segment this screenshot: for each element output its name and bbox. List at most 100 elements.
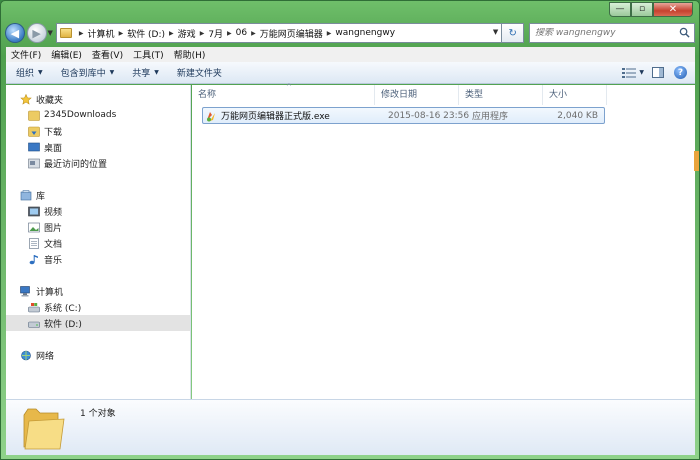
- music-icon: [29, 254, 38, 264]
- column-header-date[interactable]: 修改日期: [375, 85, 459, 105]
- nav-item-videos[interactable]: 视频: [6, 203, 190, 219]
- nav-item-label: 2345Downloads: [44, 110, 117, 120]
- video-icon: [28, 206, 40, 216]
- chevron-down-icon: ▼: [38, 69, 43, 76]
- nav-item-label: 下载: [44, 127, 63, 138]
- nav-libraries[interactable]: 库: [6, 187, 190, 203]
- breadcrumb-computer[interactable]: 计算机: [88, 27, 115, 40]
- chevron-right-icon[interactable]: ▶: [200, 30, 205, 37]
- system-drive-icon: [28, 302, 40, 312]
- nav-item-label: 软件 (D:): [44, 319, 82, 330]
- nav-item-pictures[interactable]: 图片: [6, 219, 190, 235]
- close-button[interactable]: ✕: [653, 2, 693, 17]
- column-headers: ^ 名称 修改日期 类型 大小: [192, 83, 695, 105]
- chevron-right-icon[interactable]: ▶: [227, 30, 232, 37]
- nav-libraries-label: 库: [36, 191, 46, 202]
- breadcrumb-editor[interactable]: 万能网页编辑器: [260, 27, 323, 40]
- document-icon: [29, 237, 39, 249]
- file-name-cell: 万能网页编辑器正式版.exe: [203, 109, 386, 122]
- file-type: 应用程序: [472, 112, 509, 122]
- menu-file[interactable]: 文件(F): [11, 48, 41, 61]
- folder-icon: [28, 110, 40, 121]
- nav-item-drive-d[interactable]: 软件 (D:): [6, 315, 190, 331]
- menu-help[interactable]: 帮助(H): [174, 48, 206, 61]
- window-edge-marker: [694, 151, 699, 171]
- application-icon: [207, 111, 215, 121]
- table-row[interactable]: 万能网页编辑器正式版.exe 2015-08-16 23:56 应用程序 2,0…: [202, 107, 605, 124]
- command-bar: 组织 ▼ 包含到库中 ▼ 共享 ▼ 新建文件夹 ▼ ?: [6, 62, 695, 84]
- nav-computer-label: 计算机: [36, 287, 64, 298]
- chevron-right-icon[interactable]: ▶: [327, 30, 332, 37]
- file-size: 2,040 KB: [557, 110, 598, 121]
- nav-item-label: 文档: [44, 239, 63, 250]
- file-list: ^ 名称 修改日期 类型 大小 万能网页编辑器正式版.exe 2015-08-1…: [192, 83, 695, 399]
- help-icon[interactable]: ?: [674, 66, 687, 79]
- column-header-name[interactable]: 名称: [192, 85, 375, 105]
- view-controls: ▼ ?: [622, 66, 687, 79]
- sort-ascending-icon: ^: [286, 83, 292, 91]
- breadcrumb-games[interactable]: 游戏: [178, 27, 196, 40]
- views-dropdown[interactable]: ▼: [639, 69, 644, 76]
- chevron-down-icon: ▼: [154, 69, 159, 76]
- chevron-right-icon[interactable]: ▶: [79, 30, 84, 37]
- search-input[interactable]: [535, 28, 676, 38]
- details-pane: 1 个对象: [6, 399, 695, 455]
- file-name: 万能网页编辑器正式版.exe: [221, 112, 330, 122]
- nav-item-label: 系统 (C:): [44, 303, 82, 314]
- explorer-window: — ▫ ✕ ◀ ▶ ▼ ▶ 计算机 ▶ 软件 (D:) ▶ 游戏 ▶ 7月 ▶ …: [0, 0, 700, 460]
- nav-item-downloads[interactable]: 下载: [6, 123, 190, 139]
- nav-favorites[interactable]: 收藏夹: [6, 91, 190, 107]
- library-icon: [20, 189, 32, 200]
- nav-item-recent-places[interactable]: 最近访问的位置: [6, 155, 190, 171]
- nav-computer[interactable]: 计算机: [6, 283, 190, 299]
- nav-item-documents[interactable]: 文档: [6, 235, 190, 251]
- menu-view[interactable]: 查看(V): [92, 48, 123, 61]
- nav-item-label: 视频: [44, 207, 63, 218]
- chevron-right-icon[interactable]: ▶: [251, 30, 256, 37]
- network-icon: [21, 350, 31, 360]
- refresh-button[interactable]: ↻: [502, 23, 525, 43]
- preview-pane-icon[interactable]: [652, 67, 664, 78]
- chevron-right-icon[interactable]: ▶: [169, 30, 174, 37]
- nav-item-label: 音乐: [44, 255, 63, 266]
- breadcrumb-drive-d[interactable]: 软件 (D:): [127, 27, 165, 40]
- organize-label: 组织: [16, 69, 35, 79]
- back-button[interactable]: ◀: [5, 23, 25, 43]
- share-button[interactable]: 共享 ▼: [132, 66, 159, 79]
- menu-tools[interactable]: 工具(T): [133, 48, 164, 61]
- nav-item-desktop[interactable]: 桌面: [6, 139, 190, 155]
- breadcrumb-wangnengwy[interactable]: wangnengwy: [335, 28, 395, 38]
- share-label: 共享: [132, 69, 151, 79]
- navigation-pane: 收藏夹 2345Downloads 下载 桌面 最近访问的位置 库 视频 图片 …: [6, 85, 191, 399]
- search-box[interactable]: [529, 23, 695, 43]
- views-icon[interactable]: [622, 67, 637, 79]
- nav-item-label: 最近访问的位置: [44, 159, 108, 170]
- folder-icon: [23, 408, 65, 450]
- column-header-size[interactable]: 大小: [543, 85, 607, 105]
- maximize-button[interactable]: ▫: [631, 2, 653, 17]
- arrow-right-icon: ▶: [32, 26, 41, 40]
- arrow-left-icon: ◀: [10, 26, 20, 40]
- breadcrumb-06[interactable]: 06: [236, 28, 247, 38]
- nav-network[interactable]: 网络: [6, 347, 190, 363]
- address-bar[interactable]: ▶ 计算机 ▶ 软件 (D:) ▶ 游戏 ▶ 7月 ▶ 06 ▶ 万能网页编辑器…: [55, 23, 503, 43]
- column-header-type[interactable]: 类型: [459, 85, 543, 105]
- recent-pages-dropdown[interactable]: ▼: [48, 29, 53, 37]
- nav-item-music[interactable]: 音乐: [6, 251, 190, 267]
- chevron-right-icon[interactable]: ▶: [119, 30, 124, 37]
- include-in-library-button[interactable]: 包含到库中 ▼: [61, 66, 115, 79]
- search-icon[interactable]: [679, 27, 690, 38]
- star-icon: [20, 93, 32, 105]
- chevron-down-icon: ▼: [109, 69, 115, 76]
- nav-item-2345downloads[interactable]: 2345Downloads: [6, 107, 190, 123]
- new-folder-button[interactable]: 新建文件夹: [177, 66, 222, 79]
- menu-edit[interactable]: 编辑(E): [51, 48, 82, 61]
- minimize-button[interactable]: —: [609, 2, 631, 17]
- breadcrumb-july[interactable]: 7月: [208, 27, 223, 40]
- include-in-library-label: 包含到库中: [60, 69, 106, 79]
- nav-item-drive-c[interactable]: 系统 (C:): [6, 299, 190, 315]
- refresh-icon: ↻: [508, 27, 517, 39]
- address-dropdown[interactable]: ▼: [493, 28, 498, 36]
- forward-button[interactable]: ▶: [26, 23, 47, 43]
- organize-button[interactable]: 组织 ▼: [16, 66, 43, 79]
